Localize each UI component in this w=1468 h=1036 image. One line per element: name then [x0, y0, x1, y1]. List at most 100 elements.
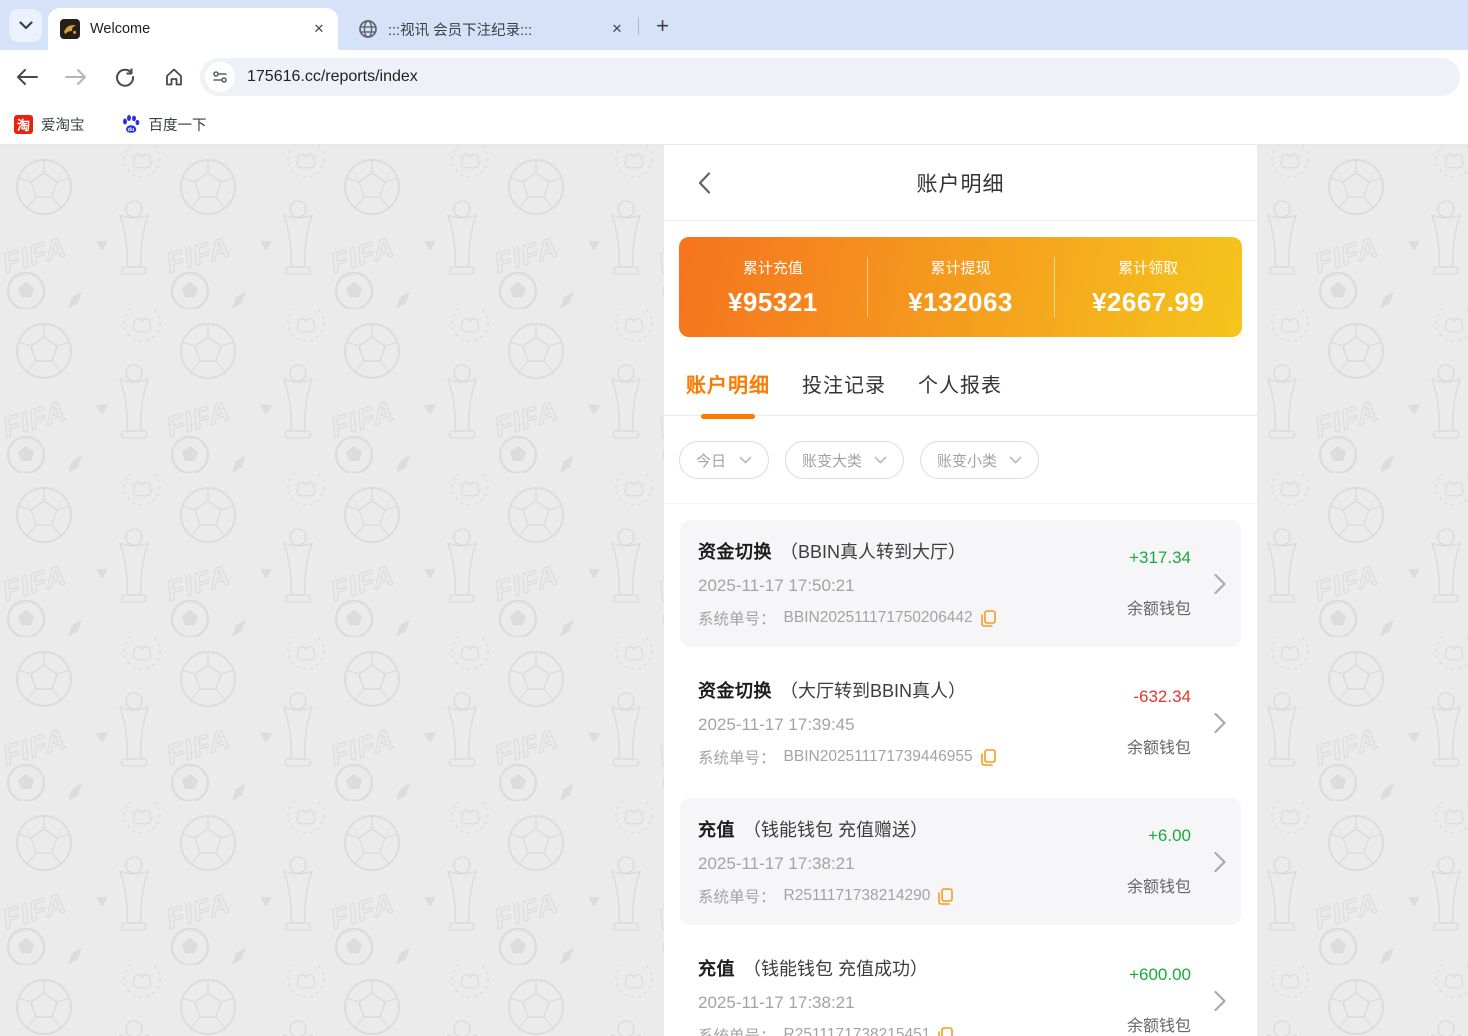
transaction-row[interactable]: 充值 （钱能钱包 充值赠送） 2025-11-17 17:38:21 系统单号：… [680, 798, 1241, 925]
browser-tab-strip: Welcome ✕ :::视讯 会员下注纪录::: ✕ + [0, 0, 1468, 50]
txn-order-label: 系统单号： [698, 607, 776, 629]
stat-total-deposit: 累计充值 ¥95321 [679, 237, 867, 337]
baidu-paw-icon: du [121, 114, 141, 134]
stat-value: ¥2667.99 [1092, 287, 1204, 318]
stat-value: ¥132063 [908, 287, 1013, 318]
bookmark-baidu[interactable]: du 百度一下 [121, 114, 207, 135]
filter-major-type-select[interactable]: 账变大类 [785, 441, 904, 479]
chevron-down-icon [739, 456, 752, 464]
tab-account-detail[interactable]: 账户明细 [686, 369, 770, 398]
txn-datetime: 2025-11-17 17:38:21 [698, 993, 1195, 1013]
stat-label: 累计充值 [743, 257, 803, 278]
filters-row: 今日 账变大类 账变小类 [664, 416, 1257, 504]
copy-icon[interactable] [938, 888, 953, 905]
bookmarks-bar: 淘 爱淘宝 du 百度一下 [0, 104, 1468, 145]
address-bar[interactable]: 175616.cc/reports/index [200, 58, 1460, 96]
browser-toolbar: 175616.cc/reports/index [0, 50, 1468, 104]
stat-value: ¥95321 [728, 287, 818, 318]
txn-subtitle: （BBIN真人转到大厅） [780, 538, 966, 564]
chevron-down-icon [19, 21, 33, 30]
filter-label: 账变大类 [802, 450, 862, 471]
forward-arrow-icon [65, 69, 87, 85]
transaction-list: 资金切换 （BBIN真人转到大厅） 2025-11-17 17:50:21 系统… [664, 504, 1257, 1036]
site-info-button[interactable] [205, 62, 235, 92]
txn-wallet: 余额钱包 [1127, 595, 1191, 619]
tab-personal-report[interactable]: 个人报表 [918, 369, 1002, 398]
chevron-down-icon [874, 456, 887, 464]
site-favicon [60, 19, 80, 39]
reload-button[interactable] [112, 64, 138, 90]
copy-icon[interactable] [938, 1027, 953, 1036]
tab-title: :::视讯 会员下注纪录::: [388, 19, 608, 40]
close-tab-icon[interactable]: ✕ [608, 20, 626, 38]
txn-amount: +6.00 [1148, 826, 1191, 846]
taobao-icon: 淘 [14, 115, 33, 134]
filter-label: 账变小类 [937, 450, 997, 471]
copy-icon[interactable] [981, 610, 996, 627]
stat-label: 累计提现 [931, 257, 991, 278]
txn-wallet: 余额钱包 [1127, 1012, 1191, 1036]
copy-icon[interactable] [981, 749, 996, 766]
browser-tab-records[interactable]: :::视讯 会员下注纪录::: ✕ [346, 8, 636, 50]
filter-date-select[interactable]: 今日 [679, 441, 769, 479]
txn-amount: +600.00 [1129, 965, 1191, 985]
page-background: FIFA [0, 145, 1468, 1036]
txn-amount: -632.34 [1133, 687, 1191, 707]
browser-tab-welcome[interactable]: Welcome ✕ [48, 8, 338, 50]
txn-subtitle: （钱能钱包 充值成功） [743, 955, 928, 981]
svg-text:du: du [127, 127, 134, 133]
filter-minor-type-select[interactable]: 账变小类 [920, 441, 1039, 479]
filter-label: 今日 [696, 450, 726, 471]
stat-total-withdraw: 累计提现 ¥132063 [867, 237, 1055, 337]
txn-type: 资金切换 [698, 677, 772, 703]
tune-icon [212, 69, 228, 85]
close-tab-icon[interactable]: ✕ [310, 20, 328, 38]
back-button-page[interactable] [692, 171, 716, 195]
chevron-right-icon[interactable] [1214, 851, 1226, 872]
txn-type: 充值 [698, 955, 735, 981]
txn-order-label: 系统单号： [698, 746, 776, 768]
panel-header: 账户明细 [664, 145, 1257, 221]
home-icon [164, 67, 184, 87]
stat-label: 累计领取 [1118, 257, 1178, 278]
txn-order-label: 系统单号： [698, 885, 776, 907]
bookmark-label: 百度一下 [149, 114, 207, 135]
account-detail-panel: 账户明细 累计充值 ¥95321 累计提现 ¥132063 累计领取 ¥2667… [664, 145, 1257, 1036]
txn-order-number: BBIN202511171750206442 [784, 609, 973, 627]
txn-wallet: 余额钱包 [1127, 734, 1191, 758]
tab-title: Welcome [90, 21, 310, 37]
page-title: 账户明细 [917, 168, 1005, 198]
back-button[interactable] [14, 64, 40, 90]
chevron-right-icon[interactable] [1214, 990, 1226, 1011]
txn-wallet: 余额钱包 [1127, 873, 1191, 897]
txn-type: 充值 [698, 816, 735, 842]
chevron-down-icon [1009, 456, 1022, 464]
transaction-row[interactable]: 资金切换 （大厅转到BBIN真人） 2025-11-17 17:39:45 系统… [680, 659, 1241, 786]
chevron-left-icon [698, 172, 711, 194]
transaction-row[interactable]: 充值 （钱能钱包 充值成功） 2025-11-17 17:38:21 系统单号：… [680, 937, 1241, 1036]
totals-card: 累计充值 ¥95321 累计提现 ¥132063 累计领取 ¥2667.99 [679, 237, 1242, 337]
bookmark-aitaobao[interactable]: 淘 爱淘宝 [14, 114, 85, 135]
home-button[interactable] [161, 64, 187, 90]
txn-order-number: R2511171738215451 [784, 1026, 931, 1036]
url-text[interactable]: 175616.cc/reports/index [247, 68, 418, 86]
txn-type: 资金切换 [698, 538, 772, 564]
transaction-row[interactable]: 资金切换 （BBIN真人转到大厅） 2025-11-17 17:50:21 系统… [680, 520, 1241, 647]
chevron-right-icon[interactable] [1214, 573, 1226, 594]
txn-order-number: R2511171738214290 [784, 887, 931, 905]
reload-icon [115, 67, 135, 87]
new-tab-button[interactable]: + [649, 12, 676, 39]
globe-icon [358, 19, 378, 39]
section-tabs: 账户明细 投注记录 个人报表 [664, 369, 1257, 416]
tab-search-button[interactable] [9, 9, 42, 42]
chevron-right-icon[interactable] [1214, 712, 1226, 733]
txn-order-number: BBIN202511171739446955 [784, 748, 973, 766]
tab-divider [638, 17, 639, 35]
forward-button[interactable] [63, 64, 89, 90]
tab-bet-records[interactable]: 投注记录 [802, 369, 886, 398]
txn-amount: +317.34 [1129, 548, 1191, 568]
txn-datetime: 2025-11-17 17:38:21 [698, 854, 1195, 874]
txn-subtitle: （钱能钱包 充值赠送） [743, 816, 928, 842]
stat-total-claimed: 累计领取 ¥2667.99 [1054, 237, 1242, 337]
txn-order-label: 系统单号： [698, 1024, 776, 1036]
